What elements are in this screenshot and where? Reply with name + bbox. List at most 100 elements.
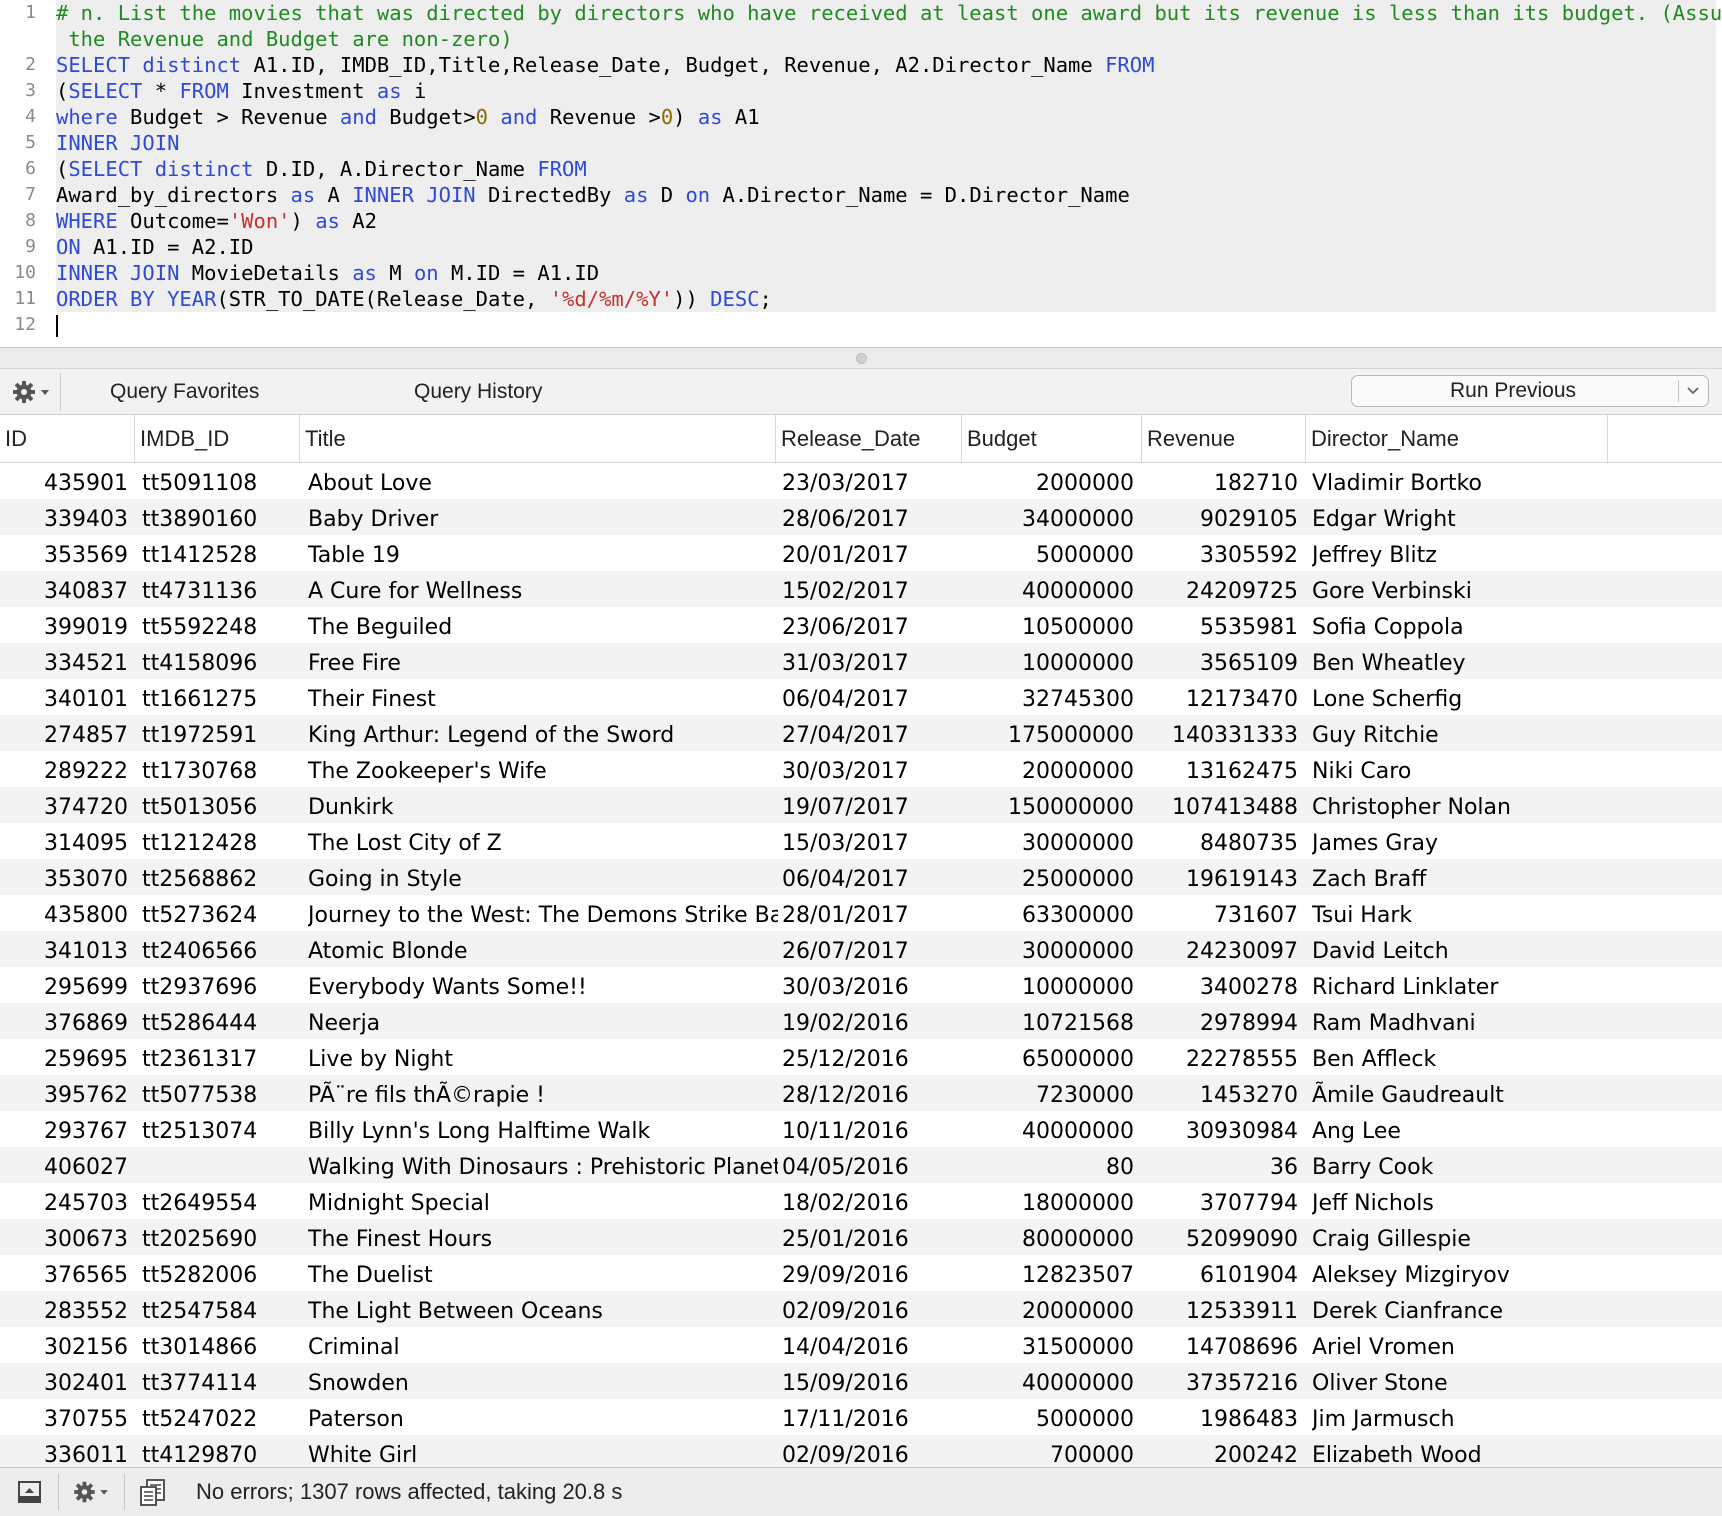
table-row[interactable]: 435800 tt5273624 Journey to the West: The … (0, 895, 1722, 931)
cell-title[interactable]: Journey to the West: The Demons Strike B… (308, 895, 778, 931)
cell-id[interactable]: 339403 (0, 499, 128, 535)
header-col-imdb-id[interactable]: IMDB_ID (135, 415, 300, 462)
code-line[interactable]: INNER JOIN (56, 130, 1716, 156)
cell-id[interactable]: 295699 (0, 967, 128, 1003)
cell-budget[interactable]: 7230000 (962, 1075, 1134, 1111)
cell-imdb-id[interactable]: tt2406566 (142, 931, 302, 967)
cell-revenue[interactable]: 13162475 (1142, 751, 1298, 787)
table-row[interactable]: 353569 tt1412528 Table 19 20/01/2017 5000000… (0, 535, 1722, 571)
cell-id[interactable]: 376869 (0, 1003, 128, 1039)
cell-imdb-id[interactable]: tt3890160 (142, 499, 302, 535)
cell-budget[interactable]: 12823507 (962, 1255, 1134, 1291)
table-row[interactable]: 339403 tt3890160 Baby Driver 28/06/2017 3400… (0, 499, 1722, 535)
cell-imdb-id[interactable]: tt2547584 (142, 1291, 302, 1327)
table-row[interactable]: 259695 tt2361317 Live by Night 25/12/2016 65… (0, 1039, 1722, 1075)
cell-budget[interactable]: 30000000 (962, 823, 1134, 859)
cell-release-date[interactable]: 18/02/2016 (782, 1183, 962, 1219)
cell-revenue[interactable]: 14708696 (1142, 1327, 1298, 1363)
cell-revenue[interactable]: 5535981 (1142, 607, 1298, 643)
cell-imdb-id[interactable]: tt1972591 (142, 715, 302, 751)
cell-budget[interactable]: 2000000 (962, 463, 1134, 499)
cell-revenue[interactable]: 6101904 (1142, 1255, 1298, 1291)
cell-title[interactable]: White Girl (308, 1435, 778, 1467)
cell-revenue[interactable]: 30930984 (1142, 1111, 1298, 1147)
cell-revenue[interactable]: 2978994 (1142, 1003, 1298, 1039)
cell-revenue[interactable]: 107413488 (1142, 787, 1298, 823)
cell-director-name[interactable]: Ram Madhvani (1312, 1003, 1712, 1039)
cell-imdb-id[interactable]: tt4731136 (142, 571, 302, 607)
toggle-panel-icon[interactable] (17, 1478, 43, 1506)
cell-revenue[interactable]: 52099090 (1142, 1219, 1298, 1255)
cell-revenue[interactable]: 24230097 (1142, 931, 1298, 967)
cell-release-date[interactable]: 15/09/2016 (782, 1363, 962, 1399)
code-line[interactable]: WHERE Outcome='Won') as A2 (56, 208, 1716, 234)
cell-director-name[interactable]: Ben Affleck (1312, 1039, 1712, 1075)
cell-imdb-id[interactable]: tt4158096 (142, 643, 302, 679)
cell-director-name[interactable]: Zach Braff (1312, 859, 1712, 895)
table-row[interactable]: 395762 tt5077538 PÃ¨re fils thÃ©rapie ! 28/… (0, 1075, 1722, 1111)
cell-director-name[interactable]: Edgar Wright (1312, 499, 1712, 535)
cell-release-date[interactable]: 23/03/2017 (782, 463, 962, 499)
cell-director-name[interactable]: David Leitch (1312, 931, 1712, 967)
cell-id[interactable]: 300673 (0, 1219, 128, 1255)
cell-budget[interactable]: 10721568 (962, 1003, 1134, 1039)
cell-budget[interactable]: 5000000 (962, 1399, 1134, 1435)
cell-budget[interactable]: 150000000 (962, 787, 1134, 823)
code-line[interactable]: where Budget > Revenue and Budget>0 and … (56, 104, 1716, 130)
cell-id[interactable]: 293767 (0, 1111, 128, 1147)
cell-title[interactable]: Baby Driver (308, 499, 778, 535)
cell-title[interactable]: The Zookeeper's Wife (308, 751, 778, 787)
cell-budget[interactable]: 25000000 (962, 859, 1134, 895)
cell-budget[interactable]: 31500000 (962, 1327, 1134, 1363)
cell-title[interactable]: The Finest Hours (308, 1219, 778, 1255)
cell-release-date[interactable]: 25/01/2016 (782, 1219, 962, 1255)
cell-budget[interactable]: 80000000 (962, 1219, 1134, 1255)
cell-id[interactable]: 336011 (0, 1435, 128, 1467)
cell-release-date[interactable]: 17/11/2016 (782, 1399, 962, 1435)
run-previous-button[interactable]: Run Previous (1351, 375, 1709, 407)
cell-budget[interactable]: 10500000 (962, 607, 1134, 643)
pane-splitter[interactable] (0, 347, 1722, 369)
cell-title[interactable]: Walking With Dinosaurs : Prehistoric Pla… (308, 1147, 778, 1183)
cell-director-name[interactable]: Guy Ritchie (1312, 715, 1712, 751)
cell-id[interactable]: 334521 (0, 643, 128, 679)
table-row[interactable]: 340837 tt4731136 A Cure for Wellness 15/02/… (0, 571, 1722, 607)
cell-release-date[interactable]: 06/04/2017 (782, 859, 962, 895)
cell-imdb-id[interactable] (142, 1147, 302, 1183)
cell-title[interactable]: Neerja (308, 1003, 778, 1039)
cell-budget[interactable]: 80 (962, 1147, 1134, 1183)
table-row[interactable]: 283552 tt2547584 The Light Between Oceans 0… (0, 1291, 1722, 1327)
cell-director-name[interactable]: Jim Jarmusch (1312, 1399, 1712, 1435)
cell-release-date[interactable]: 19/02/2016 (782, 1003, 962, 1039)
header-col-release-date[interactable]: Release_Date (776, 415, 962, 462)
cell-imdb-id[interactable]: tt1212428 (142, 823, 302, 859)
cell-title[interactable]: Live by Night (308, 1039, 778, 1075)
cell-release-date[interactable]: 10/11/2016 (782, 1111, 962, 1147)
cell-release-date[interactable]: 29/09/2016 (782, 1255, 962, 1291)
cell-imdb-id[interactable]: tt2025690 (142, 1219, 302, 1255)
cell-revenue[interactable]: 731607 (1142, 895, 1298, 931)
header-col-director-name[interactable]: Director_Name (1306, 415, 1608, 462)
code-line[interactable]: INNER JOIN MovieDetails as M on M.ID = A… (56, 260, 1716, 286)
cell-imdb-id[interactable]: tt1730768 (142, 751, 302, 787)
cell-title[interactable]: Their Finest (308, 679, 778, 715)
table-row[interactable]: 336011 tt4129870 White Girl 02/09/2016 70000… (0, 1435, 1722, 1467)
cell-id[interactable]: 399019 (0, 607, 128, 643)
cell-budget[interactable]: 5000000 (962, 535, 1134, 571)
cell-id[interactable]: 302401 (0, 1363, 128, 1399)
cell-director-name[interactable]: Ang Lee (1312, 1111, 1712, 1147)
cell-director-name[interactable]: Elizabeth Wood (1312, 1435, 1712, 1467)
cell-budget[interactable]: 32745300 (962, 679, 1134, 715)
cell-revenue[interactable]: 1986483 (1142, 1399, 1298, 1435)
cell-imdb-id[interactable]: tt2649554 (142, 1183, 302, 1219)
cell-imdb-id[interactable]: tt5286444 (142, 1003, 302, 1039)
cell-imdb-id[interactable]: tt5247022 (142, 1399, 302, 1435)
cell-title[interactable]: Paterson (308, 1399, 778, 1435)
cell-title[interactable]: PÃ¨re fils thÃ©rapie ! (308, 1075, 778, 1111)
cell-director-name[interactable]: Oliver Stone (1312, 1363, 1712, 1399)
table-row[interactable]: 274857 tt1972591 King Arthur: Legend of th… (0, 715, 1722, 751)
cell-budget[interactable]: 34000000 (962, 499, 1134, 535)
cell-director-name[interactable]: Christopher Nolan (1312, 787, 1712, 823)
cell-revenue[interactable]: 36 (1142, 1147, 1298, 1183)
table-row[interactable]: 370755 tt5247022 Paterson 17/11/2016 5000000… (0, 1399, 1722, 1435)
